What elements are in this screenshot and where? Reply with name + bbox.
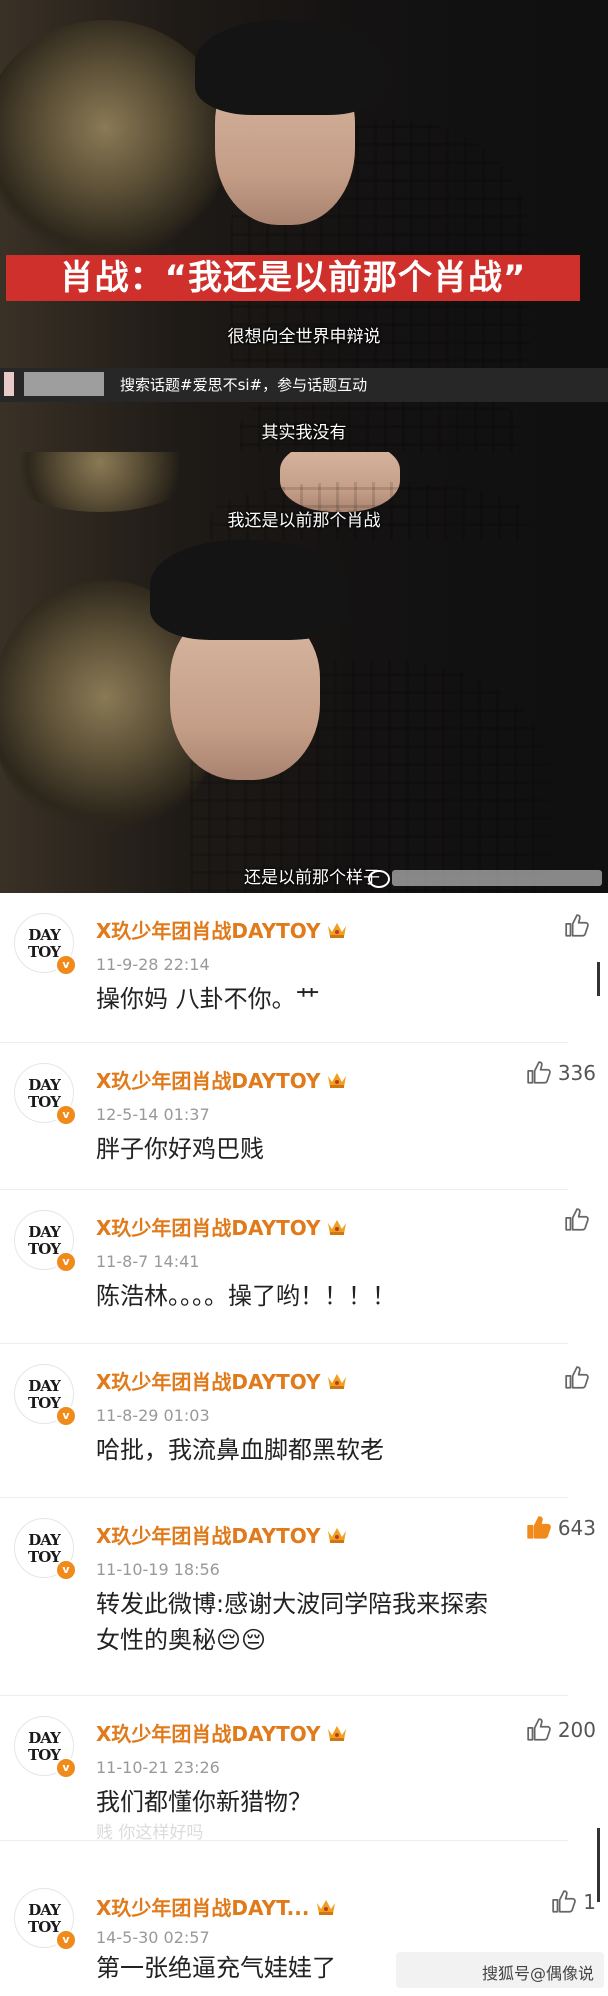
comment-text: 哈批，我流鼻血脚都黑软老	[96, 1436, 384, 1464]
comment-text: 转发此微博:感谢大波同学陪我来探索 女性的奥秘😔😔	[96, 1590, 489, 1654]
comment-time: 11-9-28 22:14	[96, 955, 210, 974]
like-button[interactable]: 336	[526, 1059, 596, 1087]
comment-text: 胖子你好鸡巴贱	[96, 1135, 264, 1163]
subtitle: 很想向全世界申辩说	[227, 327, 381, 347]
thumbs-up-icon	[552, 1890, 577, 1913]
username[interactable]: X玖少年团肖战DAYTOY	[96, 1065, 348, 1094]
comment-divider	[0, 1497, 568, 1498]
username[interactable]: X玖少年团肖战DAYTOY	[96, 1718, 348, 1747]
like-button[interactable]	[564, 912, 596, 940]
comment-divider	[0, 1695, 568, 1696]
crown-icon	[328, 1073, 347, 1088]
video-frame	[0, 540, 608, 893]
topic-promo-text: 搜索话题#爱思不si#，参与话题互动	[120, 376, 368, 394]
like-button[interactable]: 200	[526, 1716, 596, 1744]
thumbs-up-icon	[527, 1718, 551, 1741]
verified-icon: v	[55, 1559, 77, 1581]
like-button[interactable]	[564, 1364, 596, 1392]
crown-icon	[317, 1900, 336, 1915]
crown-icon	[328, 1374, 347, 1389]
avatar-text-1: DAY	[28, 1076, 61, 1094]
username[interactable]: X玖少年团肖战DAYT...	[96, 1892, 337, 1921]
like-count: 200	[557, 1718, 596, 1742]
like-button[interactable]: 1	[551, 1888, 596, 1916]
like-count: 643	[557, 1516, 596, 1540]
avatar-text-1: DAY	[28, 1223, 61, 1241]
username[interactable]: X玖少年团肖战DAYTOY	[96, 1366, 348, 1395]
username[interactable]: X玖少年团肖战DAYTOY	[96, 1520, 348, 1549]
comment-text: 操你妈 八卦不你。艹	[96, 985, 320, 1013]
video-frame	[0, 0, 608, 368]
comment-text: 我们都懂你新猎物？	[96, 1788, 312, 1816]
watermark-text: 搜狐号@偶像说	[482, 1964, 595, 1983]
crown-icon	[328, 923, 347, 938]
username[interactable]: X玖少年团肖战DAYTOY	[96, 915, 348, 944]
avatar[interactable]: DAY TOY v	[14, 1888, 77, 1951]
thumbs-up-icon	[565, 914, 589, 937]
comment-time: 11-8-29 01:03	[96, 1406, 210, 1425]
like-button[interactable]: 643	[526, 1514, 596, 1542]
avatar[interactable]: DAY TOY v	[14, 1063, 77, 1126]
verified-icon: v	[55, 1929, 77, 1951]
crown-icon	[328, 1726, 347, 1741]
verified-icon: v	[55, 1757, 77, 1779]
verified-icon: v	[55, 954, 77, 976]
subtitle: 其实我没有	[261, 423, 347, 443]
thumbs-up-icon	[565, 1208, 589, 1231]
comment-divider	[0, 1343, 568, 1344]
username[interactable]: X玖少年团肖战DAYTOY	[96, 1212, 348, 1241]
verified-icon: v	[55, 1104, 77, 1126]
crown-icon	[328, 1528, 347, 1543]
avatar-text-1: DAY	[28, 1901, 61, 1919]
avatar-text-1: DAY	[28, 1729, 61, 1747]
verified-icon: v	[55, 1405, 77, 1427]
comment-time: 14-5-30 02:57	[96, 1928, 210, 1947]
scrollbar[interactable]	[597, 962, 600, 996]
comment-time: 11-10-21 23:26	[96, 1758, 220, 1777]
comment-divider	[0, 1189, 568, 1190]
avatar-text-1: DAY	[28, 1377, 61, 1395]
comment-divider	[0, 1042, 568, 1043]
avatar[interactable]: DAY TOY v	[14, 1716, 77, 1779]
comment-text: 陈浩林。。。。操了哟！！！！	[96, 1282, 396, 1310]
avatar-text-1: DAY	[28, 1531, 61, 1549]
comment-time: 11-10-19 18:56	[96, 1560, 220, 1579]
avatar[interactable]: DAY TOY v	[14, 1364, 77, 1427]
thumbs-up-icon	[527, 1516, 551, 1539]
like-count: 1	[583, 1890, 596, 1914]
thumbs-up-icon	[527, 1061, 551, 1084]
avatar[interactable]: DAY TOY v	[14, 913, 77, 976]
like-count: 336	[557, 1061, 596, 1085]
comment-text: 第一张绝逼充气娃娃了	[96, 1954, 336, 1982]
video-screenshot: 肖战：“我还是以前那个肖战” 很想向全世界申辩说 搜索话题#爱思不si#，参与话…	[0, 0, 608, 893]
subtitle: 我还是以前那个肖战	[227, 511, 381, 531]
headline-banner: 肖战：“我还是以前那个肖战”	[6, 255, 580, 301]
like-button[interactable]	[564, 1206, 596, 1234]
ghost-text: 贱 你这样好吗	[96, 1823, 204, 1843]
comment-divider	[0, 1840, 568, 1841]
thumbs-up-icon	[565, 1366, 589, 1389]
weibo-logo-icon	[368, 870, 390, 888]
comment-time: 11-8-7 14:41	[96, 1252, 200, 1271]
comment-time: 12-5-14 01:37	[96, 1105, 210, 1124]
crown-icon	[328, 1220, 347, 1235]
verified-icon: v	[55, 1251, 77, 1273]
avatar[interactable]: DAY TOY v	[14, 1518, 77, 1581]
watermark: 搜狐号@偶像说	[396, 1952, 604, 1988]
avatar[interactable]: DAY TOY v	[14, 1210, 77, 1273]
scrollbar[interactable]	[597, 1828, 600, 1902]
avatar-text-1: DAY	[28, 926, 61, 944]
